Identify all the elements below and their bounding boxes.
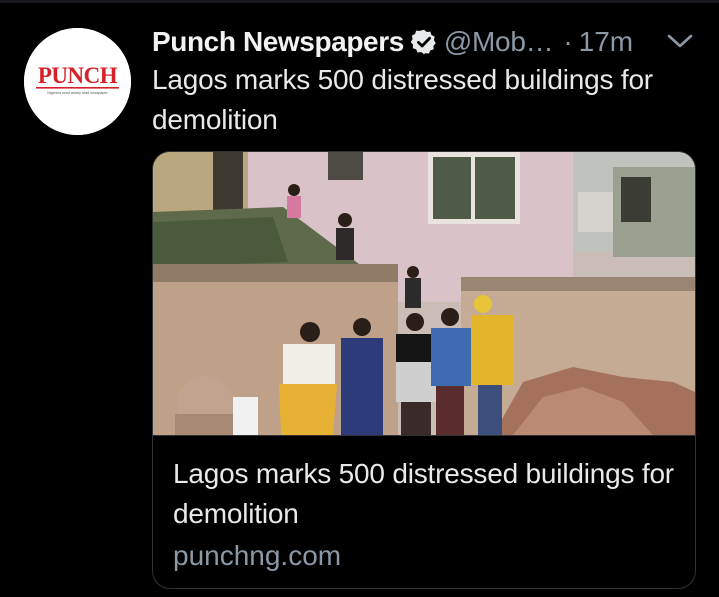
link-card-domain[interactable]: punchng.com [173,536,341,576]
link-card[interactable]: Lagos marks 500 distressed buildings for… [152,151,696,589]
tweet-header: Punch Newspapers @Mob… · 17m [152,22,633,62]
logo-text: PUNCH [38,63,118,88]
avatar[interactable]: PUNCH Nigeria's most widely read newspap… [24,28,131,135]
verified-badge-icon [410,29,436,55]
logo-tagline: Nigeria's most widely read newspaper [47,91,108,95]
link-card-title[interactable]: Lagos marks 500 distressed buildings for… [173,454,683,534]
chevron-down-icon[interactable] [665,31,695,51]
news-photo-image[interactable] [153,152,695,435]
tweet[interactable]: PUNCH Nigeria's most widely read newspap… [0,0,719,597]
link-card-body[interactable]: Lagos marks 500 distressed buildings for… [153,435,695,588]
tweet-text: Lagos marks 500 distressed buildings for… [152,64,653,135]
separator-dot: · [563,26,573,57]
timestamp[interactable]: 17m [579,22,633,62]
user-handle[interactable]: @Mob… [444,22,554,62]
punch-logo-icon: PUNCH Nigeria's most widely read newspap… [24,28,131,135]
display-name[interactable]: Punch Newspapers [152,22,404,62]
